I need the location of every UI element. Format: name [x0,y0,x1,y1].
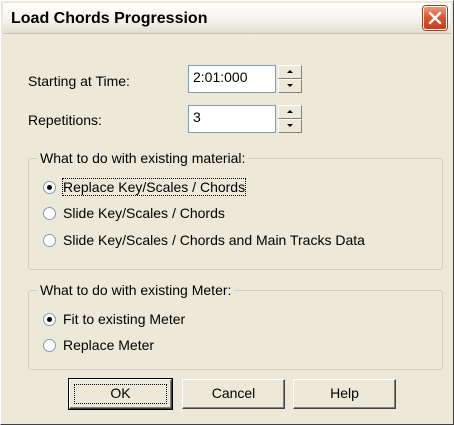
cancel-button[interactable]: Cancel [182,379,285,409]
repetitions-up-button[interactable] [278,105,302,119]
repetitions-input[interactable]: 3 [188,105,276,133]
ok-button[interactable]: OK [69,379,172,409]
spin-down-icon [287,84,293,87]
radio-label: Replace Key/Scales / Chords [61,178,247,196]
dialog-window: Load Chords Progression Starting at Time… [0,0,454,425]
spin-down-icon [287,124,293,127]
spin-up-icon [287,110,293,113]
repetitions-label: Repetitions: [28,112,102,128]
radio-button[interactable] [43,339,56,352]
radio-label: Slide Key/Scales / Chords and Main Track… [63,232,365,248]
repetitions-spinner[interactable] [278,105,302,133]
cancel-button-label: Cancel [211,385,256,401]
existing-meter-group: What to do with existing Meter: Fit to e… [28,282,443,370]
close-icon [428,11,442,25]
radio-selected-dot [47,317,52,322]
spin-up-icon [287,70,293,73]
existing-meter-title: What to do with existing Meter: [37,282,235,298]
radio-button[interactable] [43,313,56,326]
radio-button[interactable] [43,207,56,220]
starting-time-spinner[interactable] [278,65,302,93]
starting-time-label: Starting at Time: [28,73,130,89]
dialog-title: Load Chords Progression [11,10,208,27]
help-button-label: Help [330,385,359,401]
radio-button[interactable] [43,234,56,247]
close-button[interactable] [423,6,447,30]
existing-material-group: What to do with existing material: Repla… [28,150,443,270]
repetitions-down-button[interactable] [278,119,302,133]
radio-label: Fit to existing Meter [63,311,186,327]
existing-material-title: What to do with existing material: [37,150,249,166]
starting-time-up-button[interactable] [278,65,302,79]
help-button[interactable]: Help [293,379,396,409]
radio-selected-dot [47,185,52,190]
starting-time-input[interactable]: 2:01:000 [188,65,276,93]
title-bar[interactable]: Load Chords Progression [3,3,451,34]
radio-label: Replace Meter [63,337,155,353]
radio-button[interactable] [43,181,56,194]
radio-label: Slide Key/Scales / Chords [63,205,225,221]
starting-time-down-button[interactable] [278,79,302,93]
focus-indicator [74,384,167,404]
